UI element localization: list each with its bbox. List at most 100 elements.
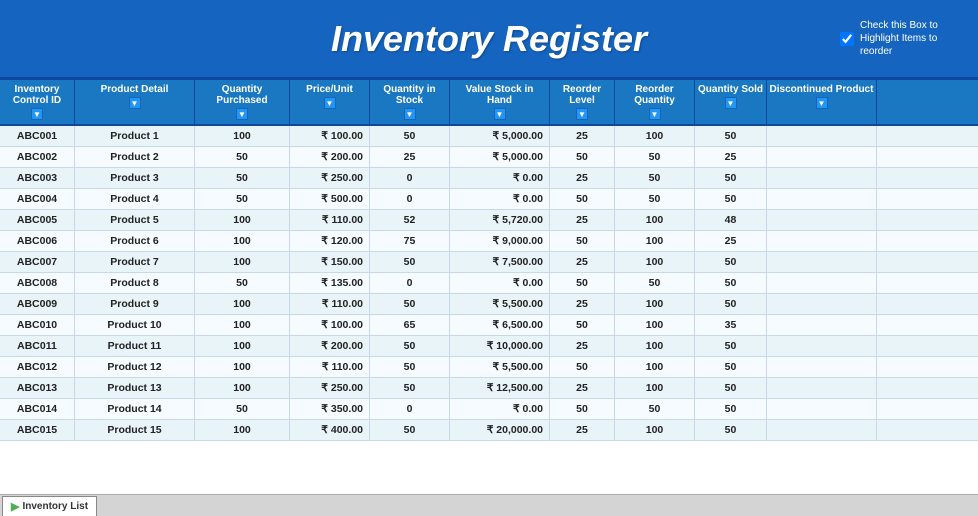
- highlight-reorder-label: Check this Box to Highlight Items to reo…: [860, 19, 960, 58]
- table-cell: ₹ 150.00: [290, 252, 370, 272]
- table-cell: ₹ 250.00: [290, 168, 370, 188]
- table-row[interactable]: ABC015Product 15100₹ 400.0050₹ 20,000.00…: [0, 420, 978, 441]
- table-row[interactable]: ABC011Product 11100₹ 200.0050₹ 10,000.00…: [0, 336, 978, 357]
- table-cell: ABC010: [0, 315, 75, 335]
- table-row[interactable]: ABC006Product 6100₹ 120.0075₹ 9,000.0050…: [0, 231, 978, 252]
- filter-arrow-value-stock[interactable]: ▼: [494, 108, 506, 120]
- table-cell: 0: [370, 399, 450, 419]
- table-cell: Product 5: [75, 210, 195, 230]
- table-cell: [767, 273, 877, 293]
- table-cell: ₹ 120.00: [290, 231, 370, 251]
- table-cell: 50: [195, 147, 290, 167]
- table-cell: 25: [550, 126, 615, 146]
- table-cell: 50: [615, 273, 695, 293]
- table-cell: 100: [615, 336, 695, 356]
- filter-arrow-reorder-qty[interactable]: ▼: [649, 108, 661, 120]
- table-cell: 100: [195, 231, 290, 251]
- table-cell: 48: [695, 210, 767, 230]
- table-row[interactable]: ABC002Product 250₹ 200.0025₹ 5,000.00505…: [0, 147, 978, 168]
- table-cell: [767, 336, 877, 356]
- table-cell: ₹ 250.00: [290, 378, 370, 398]
- table-cell: ₹ 0.00: [450, 189, 550, 209]
- tab-icon: ▶: [11, 500, 19, 513]
- table-cell: ABC007: [0, 252, 75, 272]
- table-cell: ₹ 5,000.00: [450, 147, 550, 167]
- table-cell: ₹ 110.00: [290, 210, 370, 230]
- filter-arrow-qty-stock[interactable]: ▼: [404, 108, 416, 120]
- table-cell: 100: [615, 294, 695, 314]
- table-row[interactable]: ABC005Product 5100₹ 110.0052₹ 5,720.0025…: [0, 210, 978, 231]
- table-cell: 100: [195, 294, 290, 314]
- table-cell: 50: [695, 357, 767, 377]
- table-cell: 50: [695, 294, 767, 314]
- table-cell: ₹ 5,720.00: [450, 210, 550, 230]
- table-cell: [767, 357, 877, 377]
- table-cell: Product 11: [75, 336, 195, 356]
- table-row[interactable]: ABC001Product 1100₹ 100.0050₹ 5,000.0025…: [0, 126, 978, 147]
- table-cell: Product 14: [75, 399, 195, 419]
- header-right: Check this Box to Highlight Items to reo…: [828, 14, 968, 63]
- table-cell: Product 7: [75, 252, 195, 272]
- filter-arrow-qty-purchased[interactable]: ▼: [236, 108, 248, 120]
- table-cell: 25: [370, 147, 450, 167]
- filter-arrow-reorder-level[interactable]: ▼: [576, 108, 588, 120]
- table-cell: ₹ 7,500.00: [450, 252, 550, 272]
- table-cell: ABC011: [0, 336, 75, 356]
- table-cell: [767, 231, 877, 251]
- table-cell: ₹ 350.00: [290, 399, 370, 419]
- table-cell: 100: [615, 378, 695, 398]
- table-cell: 50: [550, 315, 615, 335]
- table-row[interactable]: ABC010Product 10100₹ 100.0065₹ 6,500.005…: [0, 315, 978, 336]
- table-cell: ₹ 0.00: [450, 168, 550, 188]
- app-container: Inventory Register Check this Box to Hig…: [0, 0, 978, 516]
- table-row[interactable]: ABC009Product 9100₹ 110.0050₹ 5,500.0025…: [0, 294, 978, 315]
- filter-arrow-qty-sold[interactable]: ▼: [725, 97, 737, 109]
- table-cell: 50: [370, 126, 450, 146]
- table-row[interactable]: ABC007Product 7100₹ 150.0050₹ 7,500.0025…: [0, 252, 978, 273]
- table-cell: 100: [615, 357, 695, 377]
- table-cell: 50: [370, 294, 450, 314]
- table-cell: 50: [370, 378, 450, 398]
- table-cell: 35: [695, 315, 767, 335]
- table-cell: 50: [695, 420, 767, 440]
- table-cell: 100: [195, 315, 290, 335]
- table-cell: 50: [195, 399, 290, 419]
- table-cell: ₹ 5,000.00: [450, 126, 550, 146]
- table-cell: Product 6: [75, 231, 195, 251]
- filter-arrow-price[interactable]: ▼: [324, 97, 336, 109]
- column-headers: Inventory Control ID ▼ Product Detail ▼ …: [0, 80, 978, 126]
- table-cell: 100: [615, 231, 695, 251]
- filter-arrow-product[interactable]: ▼: [129, 97, 141, 109]
- col-header-reorder-qty: Reorder Quantity ▼: [615, 80, 695, 124]
- table-cell: Product 10: [75, 315, 195, 335]
- table-cell: ₹ 500.00: [290, 189, 370, 209]
- header: Inventory Register Check this Box to Hig…: [0, 0, 978, 80]
- inventory-list-tab[interactable]: ▶ Inventory List: [2, 496, 97, 516]
- table-cell: 0: [370, 168, 450, 188]
- table-cell: 50: [695, 189, 767, 209]
- table-row[interactable]: ABC003Product 350₹ 250.000₹ 0.00255050: [0, 168, 978, 189]
- tab-label: Inventory List: [22, 501, 88, 512]
- table-cell: 100: [615, 210, 695, 230]
- table-cell: 50: [695, 399, 767, 419]
- table-cell: 50: [615, 147, 695, 167]
- table-cell: 50: [550, 357, 615, 377]
- table-row[interactable]: ABC014Product 1450₹ 350.000₹ 0.00505050: [0, 399, 978, 420]
- table-row[interactable]: ABC013Product 13100₹ 250.0050₹ 12,500.00…: [0, 378, 978, 399]
- table-cell: Product 4: [75, 189, 195, 209]
- table-cell: 25: [550, 252, 615, 272]
- table-row[interactable]: ABC008Product 850₹ 135.000₹ 0.00505050: [0, 273, 978, 294]
- col-header-value-stock: Value Stock in Hand ▼: [450, 80, 550, 124]
- table-row[interactable]: ABC012Product 12100₹ 110.0050₹ 5,500.005…: [0, 357, 978, 378]
- table-cell: 50: [695, 252, 767, 272]
- table-cell: ABC005: [0, 210, 75, 230]
- table-cell: [767, 294, 877, 314]
- filter-arrow-id[interactable]: ▼: [31, 108, 43, 120]
- highlight-reorder-checkbox[interactable]: [840, 32, 854, 46]
- table-cell: 50: [615, 399, 695, 419]
- filter-arrow-discontinued[interactable]: ▼: [816, 97, 828, 109]
- table-cell: ABC006: [0, 231, 75, 251]
- table-row[interactable]: ABC004Product 450₹ 500.000₹ 0.00505050: [0, 189, 978, 210]
- table-cell: 0: [370, 273, 450, 293]
- table-cell: Product 2: [75, 147, 195, 167]
